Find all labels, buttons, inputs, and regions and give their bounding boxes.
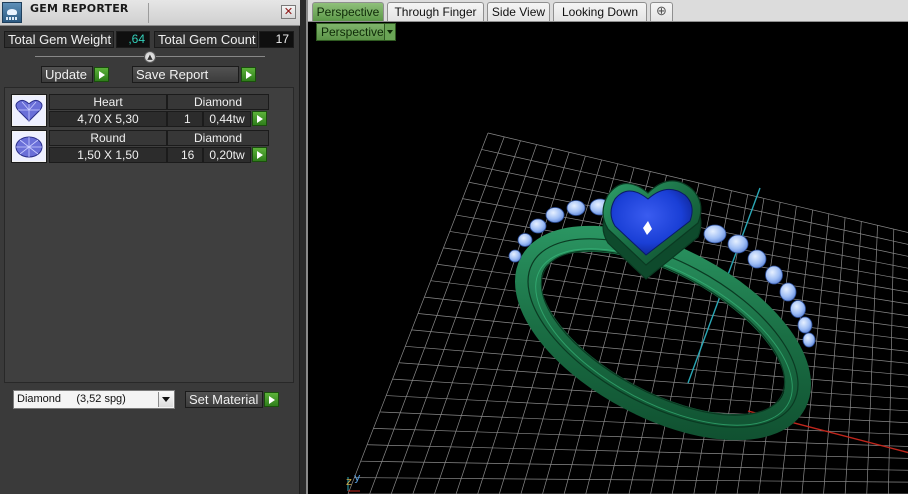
gem-count-value: 1: [167, 111, 203, 127]
gem-list: Heart Diamond 4,70 X 5,30 1 0,44tw Round…: [4, 87, 294, 383]
material-select[interactable]: Diamond (3,52 spg): [13, 390, 175, 409]
tab-through-finger[interactable]: Through Finger: [387, 2, 484, 21]
gem-weight-value: 0,20tw: [203, 147, 251, 163]
heart-gem-icon: [11, 94, 47, 127]
view-tab-bar: Perspective Through Finger Side View Loo…: [308, 0, 908, 22]
gem-material-label: Diamond: [167, 94, 269, 110]
gem-row-heart[interactable]: Heart Diamond 4,70 X 5,30 1 0,44tw: [11, 94, 269, 127]
set-material-play-icon[interactable]: [264, 392, 279, 407]
ring-model[interactable]: [499, 180, 828, 466]
add-tab-icon[interactable]: ⊕: [650, 2, 673, 21]
gem-select-play-icon[interactable]: [252, 147, 267, 162]
tab-perspective[interactable]: Perspective: [312, 2, 384, 21]
update-button[interactable]: Update: [41, 66, 93, 83]
panel-titlebar: GEM REPORTER ✕: [0, 0, 300, 26]
total-gem-weight-label: Total Gem Weight: [4, 31, 114, 48]
set-material-button[interactable]: Set Material: [185, 391, 263, 408]
tab-looking-down[interactable]: Looking Down: [553, 2, 647, 21]
save-report-play-icon[interactable]: [241, 67, 256, 82]
tab-side-view[interactable]: Side View: [487, 2, 550, 21]
chevron-down-icon[interactable]: [384, 24, 395, 40]
gem-reporter-panel: GEM REPORTER ✕ Total Gem Weight ,64 Tota…: [0, 0, 300, 494]
view-mode-select[interactable]: Perspective: [316, 23, 396, 41]
3d-viewport[interactable]: z y: [308, 43, 908, 494]
gem-row-round[interactable]: Round Diamond 1,50 X 1,50 16 0,20tw: [11, 130, 269, 163]
view-mode-label: Perspective: [321, 25, 384, 39]
grid-line: [417, 313, 908, 364]
gem-size-value: 4,70 X 5,30: [49, 111, 167, 127]
gem-shape-label: Round: [49, 130, 167, 146]
viewport-area: Perspective Through Finger Side View Loo…: [306, 0, 908, 494]
material-select-name: Diamond: [17, 393, 62, 405]
gem-count-value: 16: [167, 147, 203, 163]
grid-line: [430, 280, 908, 340]
title-divider: [148, 3, 149, 23]
total-gem-weight-value: ,64: [116, 31, 150, 48]
chevron-down-icon[interactable]: [158, 392, 173, 407]
grid-line: [437, 263, 908, 328]
axis-indicator-icon: z y: [346, 471, 361, 492]
gem-material-label: Diamond: [167, 130, 269, 146]
gem-size-value: 1,50 X 1,50: [49, 147, 167, 163]
save-report-button[interactable]: Save Report: [132, 66, 239, 83]
gem-reporter-icon: [2, 2, 22, 23]
axis-label-y: y: [354, 471, 361, 484]
collapse-toggle-icon[interactable]: ▲: [144, 51, 156, 63]
update-play-icon[interactable]: [94, 67, 109, 82]
gem-select-play-icon[interactable]: [252, 111, 267, 126]
material-select-density: (3,52 spg): [76, 393, 126, 405]
close-button[interactable]: ✕: [281, 5, 296, 19]
viewport-toolbar: Perspective: [308, 22, 908, 43]
gem-shape-label: Heart: [49, 94, 167, 110]
gem-weight-value: 0,44tw: [203, 111, 251, 127]
total-gem-count-label: Total Gem Count: [154, 31, 258, 48]
axis-label-z: z: [346, 475, 352, 488]
total-gem-count-value: 17: [259, 31, 294, 48]
round-gem-icon: [11, 130, 47, 163]
panel-title: GEM REPORTER: [30, 2, 129, 15]
